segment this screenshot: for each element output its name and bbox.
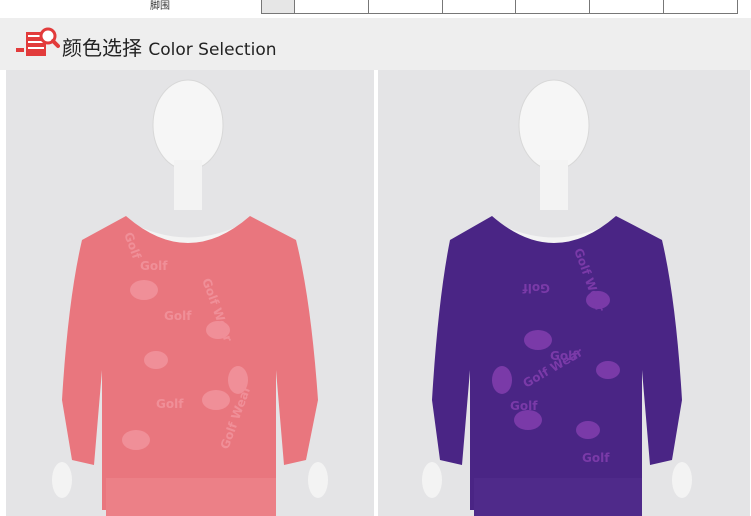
print-text: Golf: [510, 399, 538, 413]
product-photo-pink[interactable]: Golf Golf Golf Golf Golf Wear Golf Wear: [6, 70, 374, 516]
size-table: [261, 0, 738, 14]
print-text: Golf: [140, 259, 168, 273]
print-text: Golf: [164, 309, 192, 323]
section-title-en: Color Selection: [148, 40, 277, 60]
size-cell: [442, 0, 516, 14]
section-title: 颜色选择 Color Selection: [62, 32, 277, 61]
mannequin-pink-shirt: Golf Golf Golf Golf Golf Wear Golf Wear: [6, 70, 374, 516]
wardrobe-search-icon: [16, 27, 60, 56]
size-cell: [294, 0, 369, 14]
mannequin-purple-shirt: Golf Golf Golf Golf Golf Wear Golf Wear: [378, 70, 750, 516]
product-photo-purple[interactable]: Golf Golf Golf Golf Golf Wear Golf Wear: [378, 70, 750, 516]
size-cell: [515, 0, 590, 14]
section-title-cn: 颜色选择: [62, 36, 142, 60]
color-selection-header: 颜色选择 Color Selection: [0, 18, 751, 70]
print-text: Golf: [156, 397, 184, 411]
print-text: Golf: [582, 451, 610, 465]
size-cell: [368, 0, 443, 14]
size-cell: [663, 0, 738, 14]
size-cell: [261, 0, 295, 14]
size-row-label: 脚围: [150, 1, 170, 12]
size-table-strip: 脚围: [0, 0, 751, 18]
size-cell: [589, 0, 664, 14]
print-text: Golf: [522, 281, 550, 295]
